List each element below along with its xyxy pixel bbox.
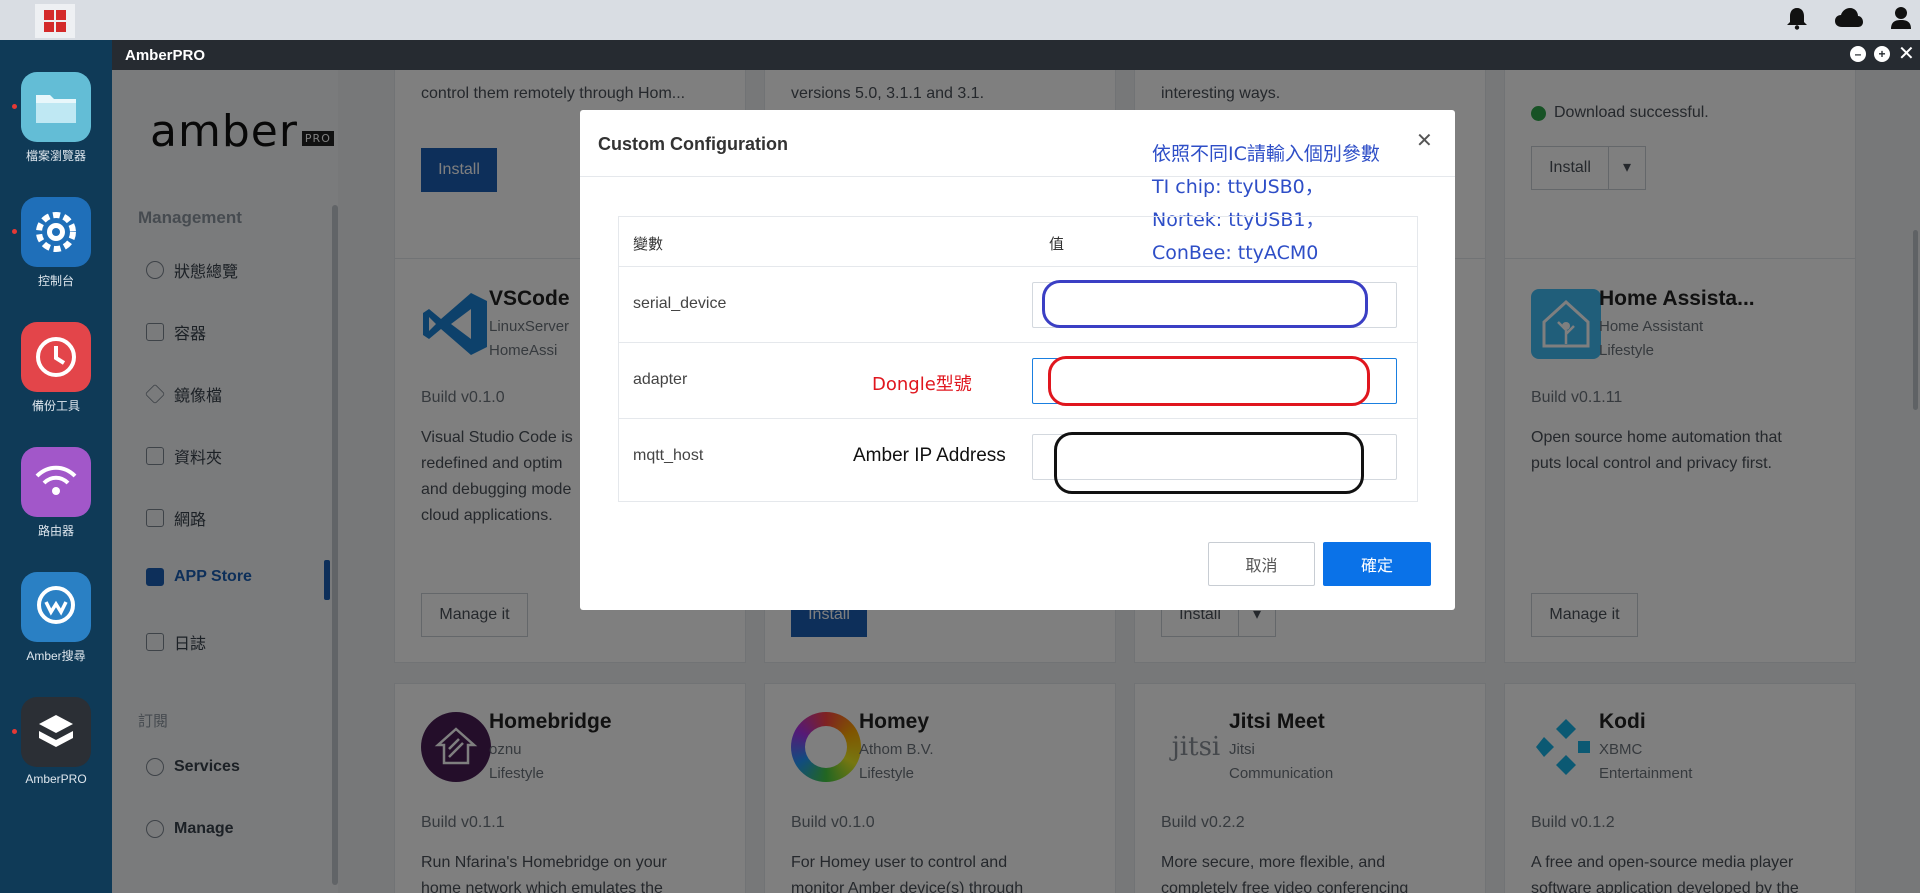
clock-icon: [21, 322, 91, 392]
dock-item-control-panel[interactable]: 控制台: [0, 197, 112, 289]
column-header-variable: 變數: [633, 236, 664, 253]
running-indicator: [12, 104, 17, 109]
dock-label: AmberPRO: [25, 772, 87, 786]
annotation-ring-blue: [1042, 280, 1368, 328]
os-taskbar: [0, 0, 1920, 40]
variable-name: serial_device: [633, 295, 727, 312]
os-tray: [1786, 6, 1912, 35]
dock-item-amber-search[interactable]: Amber搜尋: [0, 572, 112, 664]
cancel-button[interactable]: 取消: [1208, 542, 1315, 586]
table-header: 變數 值: [619, 217, 1417, 267]
dock-item-router[interactable]: 路由器: [0, 447, 112, 539]
window-titlebar: AmberPRO – + ✕: [112, 40, 1920, 70]
app-dock: 檔案瀏覽器 控制台 備份工具 路由器 Amber搜尋 AmberPRO: [0, 40, 112, 893]
dock-item-file-browser[interactable]: 檔案瀏覽器: [0, 72, 112, 164]
dock-label: 路由器: [37, 524, 74, 538]
variable-name: mqtt_host: [633, 447, 704, 464]
variable-name: adapter: [633, 371, 688, 388]
dialog-title: Custom Configuration: [598, 134, 788, 154]
dock-label: 控制台: [37, 274, 74, 288]
running-indicator: [12, 729, 17, 734]
box-icon: [21, 697, 91, 767]
running-indicator: [12, 229, 17, 234]
column-header-value: 值: [1049, 236, 1065, 253]
dock-label: 備份工具: [31, 399, 80, 413]
dock-item-backup[interactable]: 備份工具: [0, 322, 112, 414]
gear-icon: [21, 197, 91, 267]
annotation-ring-black: [1054, 432, 1364, 494]
confirm-button[interactable]: 確定: [1323, 542, 1431, 586]
bell-icon[interactable]: [1786, 6, 1808, 35]
maximize-icon[interactable]: +: [1874, 46, 1890, 62]
window-title: AmberPRO: [125, 47, 206, 64]
custom-configuration-dialog: Custom Configuration ✕ 依照不同IC請輸入個別參數 TI …: [580, 110, 1455, 610]
user-icon[interactable]: [1890, 6, 1912, 35]
cloud-icon[interactable]: [1834, 7, 1864, 34]
annotation-ring-red: [1048, 356, 1370, 406]
start-grid-icon: [44, 10, 66, 32]
close-icon[interactable]: ✕: [1898, 44, 1915, 64]
start-button[interactable]: [35, 4, 75, 38]
dock-label: Amber搜尋: [26, 649, 86, 663]
mqtt-host-hint: Amber IP Address: [853, 445, 1006, 466]
dock-label: 檔案瀏覽器: [25, 149, 86, 163]
close-icon[interactable]: ✕: [1416, 128, 1433, 153]
adapter-hint: Dongle型號: [872, 374, 972, 395]
search-bubble-icon: [21, 572, 91, 642]
wifi-icon: [21, 447, 91, 517]
dock-item-amberpro[interactable]: AmberPRO: [0, 697, 112, 786]
minimize-icon[interactable]: –: [1850, 46, 1866, 62]
folder-icon: [21, 72, 91, 142]
